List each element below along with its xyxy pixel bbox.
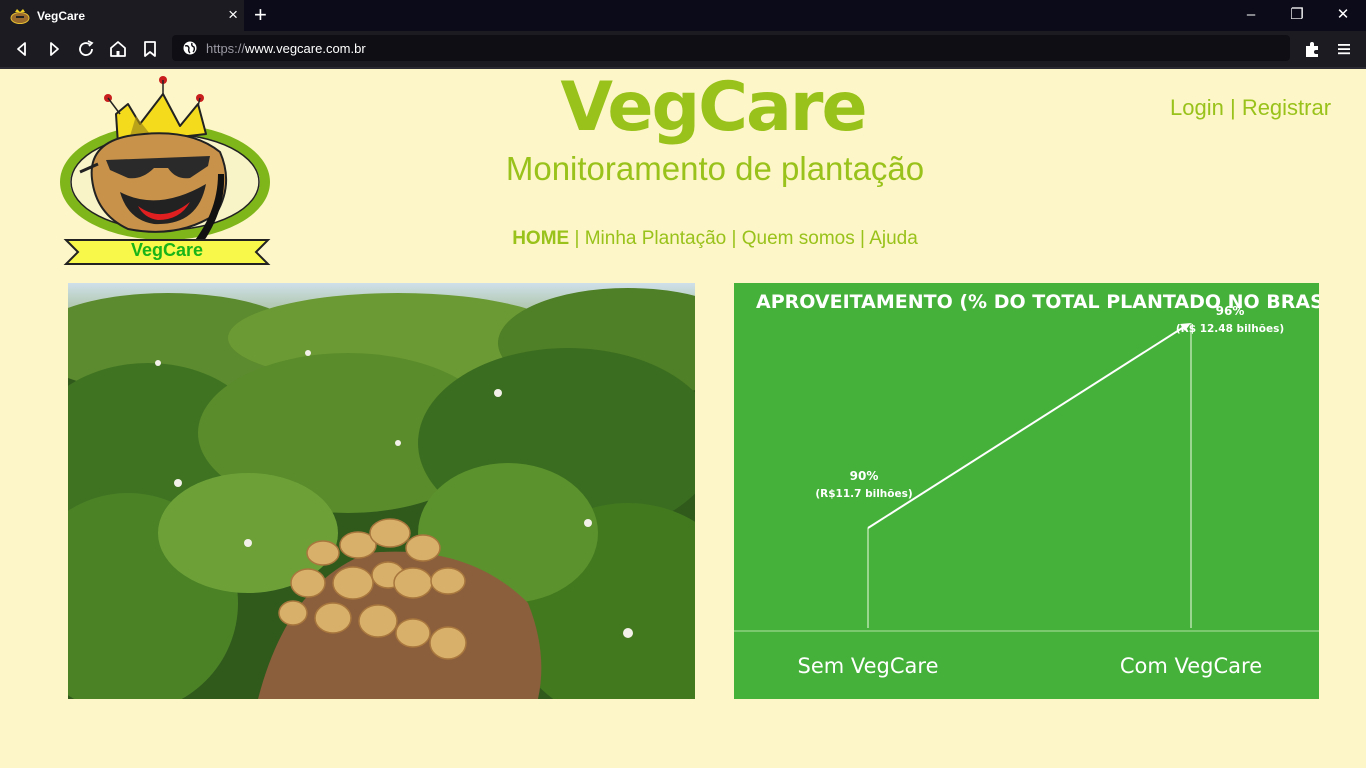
register-link[interactable]: Registrar	[1242, 95, 1331, 120]
close-tab-icon[interactable]: ×	[228, 5, 238, 25]
login-link[interactable]: Login	[1170, 95, 1224, 120]
close-window-icon[interactable]: ✕	[1320, 0, 1366, 31]
restore-icon[interactable]: ❐	[1274, 0, 1320, 31]
home-icon[interactable]	[106, 37, 130, 61]
series-line	[867, 324, 1188, 529]
nav-quem-somos[interactable]: Quem somos	[742, 228, 855, 249]
nav-minha-plantacao[interactable]: Minha Plantação	[585, 228, 727, 249]
globe-icon	[183, 41, 197, 55]
value-label-1: 96%	[1216, 304, 1245, 318]
vegcare-favicon-icon	[10, 8, 30, 24]
tab-title: VegCare	[37, 8, 86, 23]
chart-svg: APROVEITAMENTO (% DO TOTAL PLANTADO NO B…	[734, 291, 1319, 678]
value-sublabel-1: (R$ 12.48 bilhões)	[1176, 323, 1284, 335]
site-subtitle: Monitoramento de plantação	[505, 150, 925, 187]
category-label-0: Sem VegCare	[798, 654, 939, 678]
forward-icon[interactable]	[42, 37, 66, 61]
category-label-1: Com VegCare	[1120, 654, 1262, 678]
extensions-icon[interactable]	[1300, 37, 1324, 61]
minimize-icon[interactable]: –	[1228, 0, 1274, 31]
nav-separator: |	[731, 228, 737, 249]
address-bar[interactable]: https:// www.vegcare.com.br	[172, 35, 1290, 61]
value-label-0: 90%	[850, 469, 879, 483]
auth-links: Login | Registrar	[1170, 95, 1331, 121]
nav-ajuda[interactable]: Ajuda	[869, 228, 918, 249]
site-title: VegCare	[560, 68, 867, 147]
new-tab-icon[interactable]: +	[254, 3, 267, 27]
url-scheme: https://	[206, 40, 246, 56]
nav-home[interactable]: HOME	[512, 228, 569, 249]
menu-icon[interactable]	[1332, 37, 1356, 61]
bookmark-icon[interactable]	[138, 37, 162, 61]
back-icon[interactable]	[10, 37, 34, 61]
browser-tab-bar: VegCare × + – ❐ ✕	[0, 0, 1366, 31]
url-host: www.vegcare.com.br	[245, 40, 366, 56]
main-nav: HOME | Minha Plantação | Quem somos | Aj…	[380, 228, 1050, 250]
reload-icon[interactable]	[74, 37, 98, 61]
nav-separator: |	[860, 228, 865, 249]
value-sublabel-0: (R$11.7 bilhões)	[815, 488, 912, 500]
aproveitamento-chart: APROVEITAMENTO (% DO TOTAL PLANTADO NO B…	[734, 283, 1319, 699]
browser-tab[interactable]: VegCare ×	[0, 0, 244, 31]
logo-caption: VegCare	[130, 240, 204, 260]
nav-separator: |	[574, 228, 580, 249]
potato-field-photo	[68, 283, 695, 699]
auth-separator: |	[1229, 95, 1236, 120]
